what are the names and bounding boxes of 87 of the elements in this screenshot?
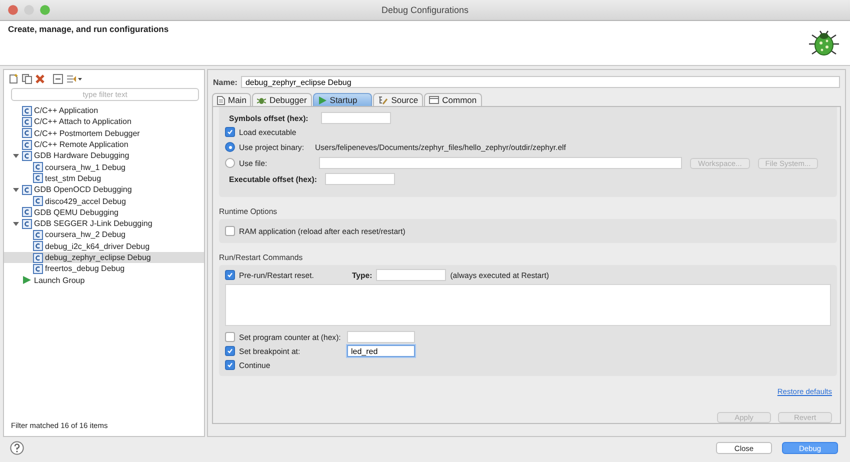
tree-item[interactable]: Launch Group (4, 274, 204, 286)
header-title: Create, manage, and run configurations (8, 24, 169, 34)
tree-item-label: Launch Group (34, 276, 85, 285)
filter-icon[interactable] (66, 74, 82, 84)
tree-item[interactable]: freertos_debug Debug (4, 263, 204, 274)
tree-item-label: GDB QEMU Debugging (34, 208, 118, 217)
tree-item[interactable]: GDB QEMU Debugging (4, 206, 204, 218)
config-icon (33, 252, 43, 262)
radio-button[interactable] (225, 158, 235, 168)
executable-offset-field[interactable] (325, 173, 395, 185)
window-icon (429, 96, 440, 104)
config-icon (33, 264, 43, 274)
tree-item-label: disco429_accel Debug (45, 196, 126, 206)
config-icon (22, 150, 32, 161)
tree-item-label: test_stm Debug (45, 174, 102, 183)
config-icon (33, 241, 43, 252)
checkbox[interactable] (225, 270, 235, 280)
config-icon (33, 196, 43, 206)
duplicate-icon[interactable] (22, 74, 32, 84)
checkbox[interactable] (225, 346, 235, 356)
file-field[interactable] (319, 157, 682, 169)
tree-item-label: debug_zephyr_eclipse Debug (45, 253, 151, 262)
tree-item[interactable]: C/C++ Attach to Application (4, 116, 204, 128)
tree-item[interactable]: debug_zephyr_eclipse Debug (4, 252, 204, 264)
tree-item-label: C/C++ Remote Application (34, 140, 128, 150)
breakpoint-field[interactable]: led_red (347, 345, 415, 357)
config-icon (22, 116, 32, 127)
type-field[interactable] (376, 269, 446, 281)
document-icon (217, 96, 225, 104)
tree-item[interactable]: C/C++ Application (4, 105, 204, 116)
tree-item[interactable]: GDB OpenOCD Debugging (4, 184, 204, 196)
tree-item-label: coursera_hw_1 Debug (45, 162, 126, 172)
tree-item[interactable]: GDB SEGGER J-Link Debugging (4, 218, 204, 230)
tab[interactable]: Debugger (252, 93, 312, 106)
config-icon (22, 140, 32, 150)
bug-icon (257, 96, 266, 104)
tree-item-label: coursera_hw_2 Debug (45, 230, 126, 240)
tree-item[interactable]: test_stm Debug (4, 172, 204, 184)
commands-field[interactable] (225, 284, 831, 326)
window-title: Debug Configurations (381, 5, 469, 15)
config-icon (22, 207, 32, 218)
checkbox[interactable] (225, 226, 235, 236)
new-config-icon[interactable] (9, 74, 19, 84)
program-counter-field[interactable] (347, 331, 415, 343)
config-icon (22, 128, 32, 138)
checkbox[interactable] (225, 360, 235, 370)
checkbox[interactable] (225, 332, 235, 342)
tab[interactable]: Source (373, 93, 424, 106)
config-icon (33, 173, 43, 184)
config-icon (22, 184, 32, 195)
close-window-icon[interactable] (8, 5, 18, 15)
tree-item[interactable]: GDB Hardware Debugging (4, 150, 204, 162)
tree-item-label: GDB OpenOCD Debugging (34, 185, 132, 194)
tree-item[interactable]: debug_i2c_k64_driver Debug (4, 240, 204, 252)
delete-icon[interactable] (35, 74, 45, 84)
symbols-offset-field[interactable] (321, 112, 391, 124)
tree-item-label: C/C++ Application (34, 106, 98, 116)
tree-item-label: C/C++ Postmortem Debugger (34, 128, 140, 138)
play-icon (318, 96, 327, 104)
checkbox[interactable] (225, 127, 235, 137)
radio-button[interactable] (225, 142, 235, 152)
tab[interactable]: Startup (312, 93, 372, 106)
help-icon[interactable] (10, 441, 24, 455)
tree-item[interactable]: C/C++ Remote Application (4, 138, 204, 150)
play-icon (22, 275, 32, 286)
config-icon (22, 218, 32, 229)
name-field[interactable]: debug_zephyr_eclipse Debug (241, 76, 840, 88)
tab[interactable]: Main (212, 93, 252, 106)
tab[interactable]: Common (424, 93, 482, 106)
config-icon (33, 162, 43, 172)
expanded-arrow-icon[interactable] (13, 186, 19, 193)
tree-item-label: GDB Hardware Debugging (34, 151, 130, 160)
expanded-arrow-icon[interactable] (13, 152, 19, 159)
expanded-arrow-icon[interactable] (13, 220, 19, 227)
tree-item[interactable]: C/C++ Postmortem Debugger (4, 128, 204, 139)
tree-item-label: C/C++ Attach to Application (34, 117, 132, 126)
source-icon (378, 96, 388, 104)
collapse-all-icon[interactable] (53, 74, 63, 84)
tree-item-label: freertos_debug Debug (45, 264, 125, 274)
tree-item-label: debug_i2c_k64_driver Debug (45, 242, 150, 251)
config-icon (22, 106, 32, 116)
name-label: Name: (213, 78, 238, 86)
tree-item[interactable]: coursera_hw_2 Debug (4, 229, 204, 241)
tree-item[interactable]: coursera_hw_1 Debug (4, 161, 204, 173)
tree-item-label: GDB SEGGER J-Link Debugging (34, 219, 152, 228)
config-icon (33, 230, 43, 240)
tree-item[interactable]: disco429_accel Debug (4, 195, 204, 207)
